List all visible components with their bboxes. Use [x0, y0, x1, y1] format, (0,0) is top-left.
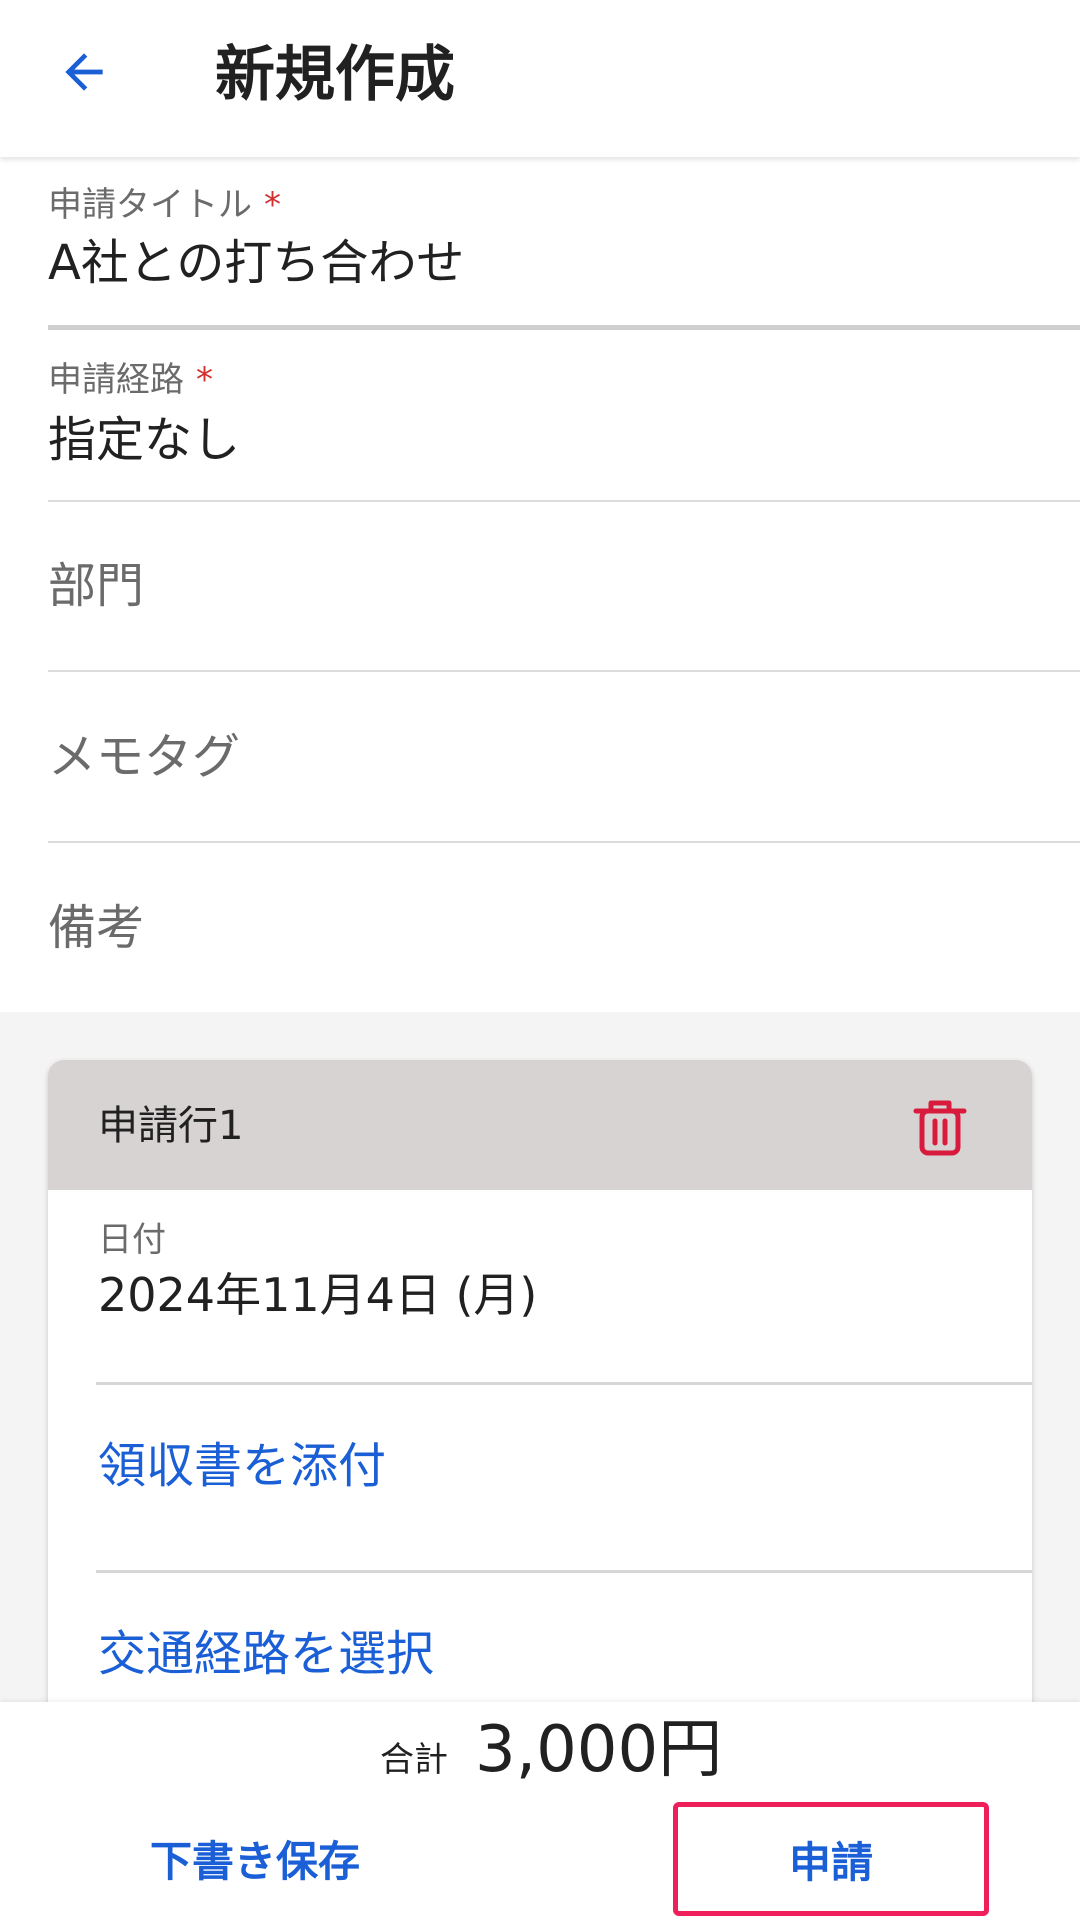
date-label: 日付 [98, 1220, 166, 1260]
memo-tag-field-placeholder: メモタグ [48, 729, 241, 785]
submit-button[interactable]: 申請 [673, 1802, 989, 1916]
trash-icon [913, 1100, 967, 1156]
divider [96, 1382, 1032, 1385]
divider [96, 1570, 1032, 1573]
route-field-value: 指定なし [48, 412, 241, 468]
request-line-card: 申請行1 日付 2024年11月4日 (月) 領収書を添付 交通経路を選択 [48, 1060, 1032, 1710]
required-mark: * [264, 185, 281, 225]
page-title: 新規作成 [215, 40, 455, 110]
attach-receipt-link[interactable]: 領収書を添付 [98, 1438, 386, 1494]
footer-bar: 合計 3,000円 下書き保存 申請 [0, 1702, 1080, 1926]
department-field[interactable]: 部門 [48, 530, 1080, 675]
request-line-header: 申請行1 [48, 1060, 1032, 1190]
save-draft-button[interactable]: 下書き保存 [150, 1832, 370, 1892]
title-field-underline [48, 325, 1080, 330]
request-line-title: 申請行1 [98, 1103, 244, 1149]
title-field-label: 申請タイトル * [48, 185, 281, 225]
remarks-field[interactable]: 備考 [48, 872, 1080, 1002]
select-route-link[interactable]: 交通経路を選択 [98, 1626, 434, 1682]
app-header: 新規作成 [0, 0, 1080, 157]
memo-tag-field[interactable]: メモタグ [48, 701, 1080, 846]
date-value: 2024年11月4日 (月) [98, 1268, 538, 1322]
route-field[interactable]: 申請経路 * 指定なし [48, 360, 1080, 505]
route-field-underline [48, 500, 1080, 502]
arrow-left-icon [65, 53, 103, 91]
delete-line-button[interactable] [910, 1096, 970, 1158]
total-label: 合計 [380, 1740, 448, 1780]
remarks-field-placeholder: 備考 [48, 900, 145, 956]
total-value: 3,000円 [475, 1713, 723, 1787]
title-field-value: A社との打ち合わせ [48, 235, 465, 291]
memo-tag-field-underline [48, 841, 1080, 843]
title-field[interactable]: 申請タイトル * A社との打ち合わせ [48, 185, 1080, 335]
back-button[interactable] [44, 32, 124, 112]
route-field-label: 申請経路 * [48, 360, 213, 400]
required-mark: * [196, 360, 213, 400]
department-field-underline [48, 670, 1080, 672]
department-field-placeholder: 部門 [48, 558, 145, 614]
